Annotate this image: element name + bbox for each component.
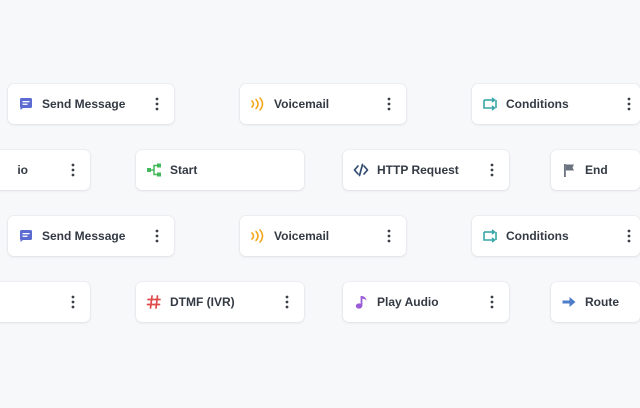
more-vertical-icon[interactable] — [622, 226, 636, 246]
message-icon — [18, 228, 34, 244]
node-label: Play Audio — [377, 295, 439, 309]
start-icon — [146, 162, 162, 178]
node-conditions[interactable]: Conditions — [472, 216, 640, 256]
node-start[interactable]: Start — [136, 150, 304, 190]
node-label: io — [17, 163, 28, 177]
node-label: HTTP Request — [377, 163, 459, 177]
more-vertical-icon[interactable] — [622, 94, 636, 114]
node-conditions[interactable]: Conditions — [472, 84, 640, 124]
voicemail-icon — [250, 228, 266, 244]
more-vertical-icon[interactable] — [485, 292, 499, 312]
node-route[interactable]: Route — [551, 282, 640, 322]
flag-icon — [561, 162, 577, 178]
hash-icon — [146, 294, 162, 310]
more-vertical-icon[interactable] — [382, 94, 396, 114]
node-label: Conditions — [506, 229, 569, 243]
code-icon — [353, 162, 369, 178]
more-vertical-icon[interactable] — [485, 160, 499, 180]
node-http-request[interactable]: HTTP Request — [343, 150, 509, 190]
conditions-icon — [482, 228, 498, 244]
node-label: Voicemail — [274, 229, 330, 243]
node-label: Conditions — [506, 97, 569, 111]
arrow-right-icon — [561, 294, 577, 310]
node-label: Voicemail — [274, 97, 330, 111]
node-voicemail[interactable]: Voicemail — [240, 216, 406, 256]
node-partial-left[interactable]: io — [0, 150, 90, 190]
flow-node-palette: Send Message Voicemail Conditions io Sta… — [0, 0, 640, 408]
more-vertical-icon[interactable] — [382, 226, 396, 246]
node-send-message[interactable]: Send Message — [8, 216, 174, 256]
node-partial-left[interactable] — [0, 282, 90, 322]
node-label: End — [585, 163, 608, 177]
node-send-message[interactable]: Send Message — [8, 84, 174, 124]
node-play-audio[interactable]: Play Audio — [343, 282, 509, 322]
node-label: Send Message — [42, 97, 126, 111]
conditions-icon — [482, 96, 498, 112]
music-note-icon — [353, 294, 369, 310]
more-vertical-icon[interactable] — [150, 94, 164, 114]
node-end[interactable]: End — [551, 150, 640, 190]
message-icon — [18, 96, 34, 112]
node-dtmf-ivr[interactable]: DTMF (IVR) — [136, 282, 304, 322]
more-vertical-icon[interactable] — [150, 226, 164, 246]
node-label: Start — [170, 163, 198, 177]
node-voicemail[interactable]: Voicemail — [240, 84, 406, 124]
node-label: Route — [585, 295, 619, 309]
more-vertical-icon[interactable] — [280, 292, 294, 312]
voicemail-icon — [250, 96, 266, 112]
more-vertical-icon[interactable] — [66, 160, 80, 180]
node-label: DTMF (IVR) — [170, 295, 235, 309]
node-label: Send Message — [42, 229, 126, 243]
more-vertical-icon[interactable] — [66, 292, 80, 312]
